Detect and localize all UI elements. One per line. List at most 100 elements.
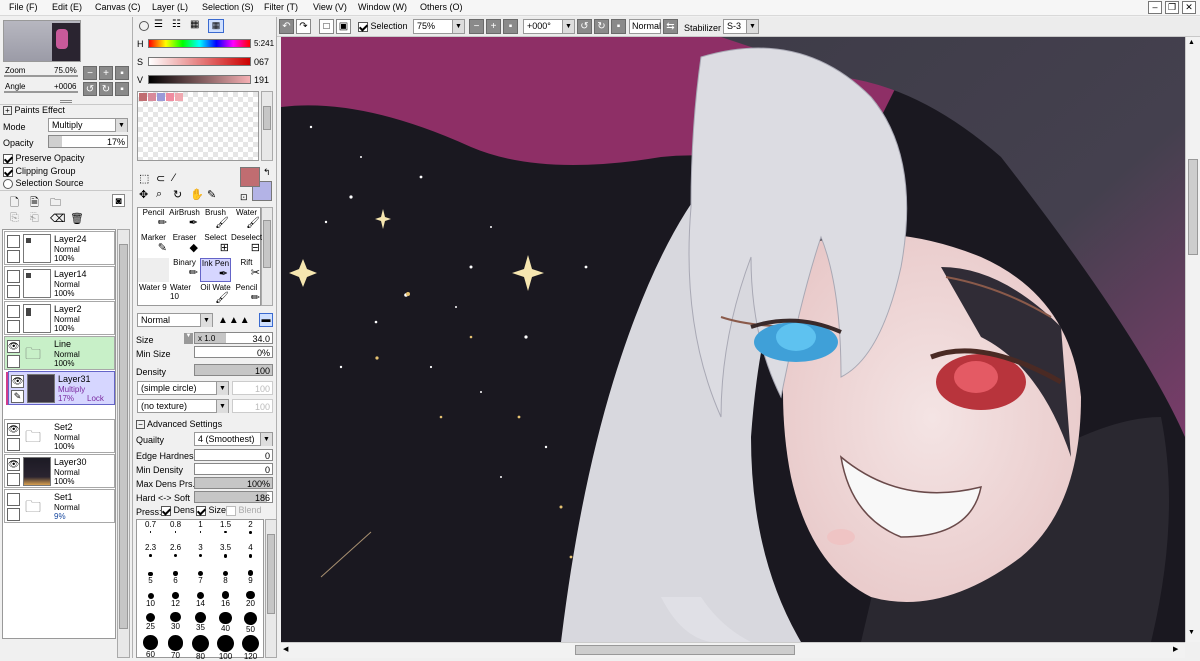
- size-slider[interactable]: x 1.0 34.0: [194, 332, 273, 344]
- press-dens-option[interactable]: Dens: [161, 505, 195, 516]
- tool-water[interactable]: Water 🖌: [231, 208, 262, 232]
- menu-view[interactable]: View (V): [313, 2, 347, 12]
- color-wheel-icon[interactable]: [139, 21, 149, 31]
- tool-empty[interactable]: [138, 258, 169, 282]
- brush-size-option[interactable]: 0.8: [163, 520, 188, 544]
- canvas-vscroll-thumb[interactable]: [1188, 159, 1198, 255]
- press-size-option[interactable]: Size: [196, 505, 226, 516]
- lock-icon[interactable]: [7, 355, 20, 368]
- brush-texture-strength[interactable]: 100: [232, 399, 273, 413]
- brush-size-option[interactable]: 7: [188, 566, 213, 590]
- zoom-out-icon[interactable]: −: [469, 19, 484, 34]
- eye-icon[interactable]: 👁: [7, 423, 20, 436]
- scratchpad-icon[interactable]: ▦: [208, 19, 224, 33]
- transparent-color-icon[interactable]: ⊡: [240, 192, 248, 203]
- flip-icon[interactable]: ⇆: [663, 19, 678, 34]
- zoom-tool-icon[interactable]: ⌕: [156, 188, 162, 201]
- zoom-reset-icon[interactable]: ▪: [503, 19, 518, 34]
- brush-size-option[interactable]: 12: [163, 589, 188, 613]
- brush-size-option[interactable]: 6: [163, 566, 188, 590]
- magic-wand-icon[interactable]: ⁄: [173, 172, 175, 184]
- size-grid-scroll-thumb[interactable]: [267, 534, 275, 614]
- brush-size-option[interactable]: 60: [138, 635, 163, 659]
- redo-icon[interactable]: ↷: [296, 19, 311, 34]
- canvas-vertical-scrollbar[interactable]: ▲ ▼: [1185, 37, 1200, 642]
- tool-marker[interactable]: Marker ✎: [138, 233, 169, 257]
- tool-pencil[interactable]: Pencil ✏: [138, 208, 169, 232]
- tool-rift[interactable]: Rift ✂: [231, 258, 262, 282]
- press-blend-option[interactable]: Blend: [226, 505, 262, 516]
- eye-icon[interactable]: 👁: [7, 458, 20, 471]
- eye-icon[interactable]: [7, 235, 20, 248]
- eye-icon[interactable]: 👁: [11, 375, 24, 388]
- zoom-select[interactable]: 75% ▼: [413, 19, 465, 34]
- brush-size-option[interactable]: 2.3: [138, 543, 163, 567]
- layer-mask-icon[interactable]: ◙: [112, 194, 125, 207]
- zoom-slider[interactable]: [4, 75, 78, 77]
- tool-brush[interactable]: Brush 🖌: [200, 208, 231, 232]
- move-icon[interactable]: ✥: [139, 188, 148, 201]
- brush-size-option[interactable]: 30: [163, 612, 188, 636]
- layer-item[interactable]: 👁 Layer30 Normal 100%: [4, 454, 115, 488]
- press-size-checkbox[interactable]: [196, 505, 206, 516]
- canvas-horizontal-scrollbar[interactable]: ◀ ▶: [281, 642, 1185, 658]
- tool-binary[interactable]: Binary ✏: [169, 258, 200, 282]
- swatch[interactable]: [157, 93, 165, 101]
- stabilizer-select[interactable]: S-3 ▼: [723, 19, 759, 34]
- pen-icon[interactable]: ✎: [11, 390, 24, 403]
- edge-hardness-slider[interactable]: 0: [194, 449, 273, 461]
- tool-ink-pen-selected[interactable]: Ink Pen ✒: [200, 258, 231, 282]
- nav-rotate-reset-icon[interactable]: ▪: [115, 82, 129, 96]
- brush-blend-select[interactable]: Normal ▼: [137, 313, 213, 327]
- tool-eraser[interactable]: Eraser ◆: [169, 233, 200, 257]
- brush-size-option[interactable]: 2: [238, 520, 263, 544]
- new-layer-icon[interactable]: 🗋: [10, 194, 19, 213]
- lock-icon[interactable]: [7, 438, 20, 451]
- brush-size-option[interactable]: 70: [163, 635, 188, 660]
- selection-checkbox[interactable]: [358, 21, 368, 32]
- rgb-slider-icon[interactable]: ☰: [154, 20, 168, 32]
- navigator-preview[interactable]: [3, 20, 81, 62]
- brush-size-option[interactable]: 16: [213, 589, 238, 613]
- brush-shape-select[interactable]: (simple circle) ▼: [137, 381, 229, 395]
- tool-oil-water[interactable]: Oil Wate 🖌: [200, 283, 231, 307]
- zoom-in-icon[interactable]: +: [486, 19, 501, 34]
- tool-water-9[interactable]: Water 9: [138, 283, 169, 307]
- close-icon[interactable]: ✕: [1182, 1, 1196, 14]
- panel-splitter[interactable]: [60, 100, 72, 103]
- lasso-icon[interactable]: ⊂: [156, 172, 165, 185]
- brush-size-option[interactable]: 1: [188, 520, 213, 544]
- layer-folder-item[interactable]: 👁 🗀 Line Normal 100%: [4, 336, 115, 370]
- max-dens-slider[interactable]: 100%: [194, 477, 273, 489]
- delete-layer-icon[interactable]: 🗑: [70, 212, 84, 225]
- eye-icon[interactable]: [7, 493, 20, 506]
- rotate-tool-icon[interactable]: ↻: [173, 188, 182, 201]
- density-slider[interactable]: 100: [194, 364, 273, 376]
- tool-select[interactable]: Select ⊞: [200, 233, 231, 257]
- selection-toggle[interactable]: Selection: [358, 21, 408, 36]
- selection-source-radio[interactable]: [3, 178, 13, 189]
- menu-file[interactable]: File (F): [9, 2, 38, 12]
- eyedropper-icon[interactable]: ✎: [207, 188, 216, 201]
- layer-item[interactable]: Layer2 Normal 100%: [4, 301, 115, 335]
- swatch[interactable]: [166, 93, 174, 101]
- preserve-opacity-checkbox[interactable]: [3, 153, 13, 164]
- menu-others[interactable]: Others (O): [420, 2, 463, 12]
- brush-texture-select[interactable]: (no texture) ▼: [137, 399, 229, 413]
- menu-edit[interactable]: Edit (E): [52, 2, 82, 12]
- brush-size-option[interactable]: 0.7: [138, 520, 163, 544]
- layer-item[interactable]: Layer14 Normal 100%: [4, 266, 115, 300]
- restore-icon[interactable]: ❐: [1165, 1, 1179, 14]
- saturation-slider[interactable]: [148, 57, 251, 66]
- hue-slider[interactable]: [148, 39, 251, 48]
- brush-size-option[interactable]: 120: [238, 635, 263, 661]
- brush-size-option[interactable]: 100: [213, 635, 238, 661]
- brush-size-option[interactable]: 25: [138, 612, 163, 636]
- lock-icon[interactable]: [7, 320, 20, 333]
- nav-zoom-reset-icon[interactable]: ▪: [115, 66, 129, 80]
- menu-window[interactable]: Window (W): [358, 2, 407, 12]
- nav-zoom-out-icon[interactable]: −: [83, 66, 97, 80]
- scroll-up-icon[interactable]: ▲: [1188, 39, 1195, 46]
- scroll-right-icon[interactable]: ▶: [1173, 645, 1178, 653]
- layer-list-scrollbar[interactable]: [117, 229, 130, 658]
